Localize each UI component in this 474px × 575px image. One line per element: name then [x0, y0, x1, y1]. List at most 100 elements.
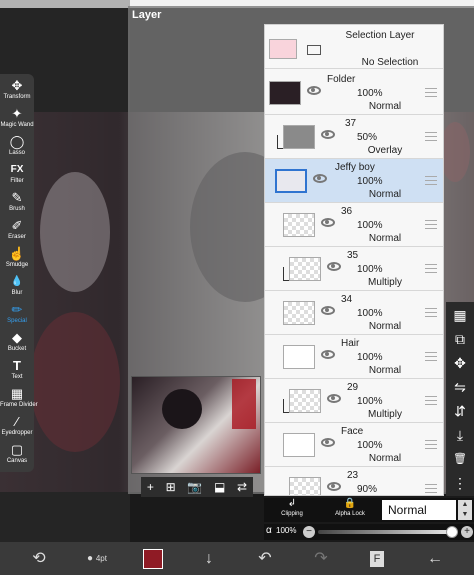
- tool-filter[interactable]: FX Filter: [0, 162, 34, 188]
- opacity-slider-knob[interactable]: [446, 526, 458, 538]
- brush-size-icon: ●: [87, 553, 94, 564]
- add-special-layer-icon[interactable]: ⊞: [166, 480, 176, 494]
- layer-row-36[interactable]: 36 100% Normal: [265, 203, 443, 247]
- lock-icon: 🔒: [343, 498, 357, 509]
- drag-handle-icon[interactable]: [425, 352, 437, 361]
- tool-eyedropper[interactable]: ⁄ Eyedropper: [0, 414, 34, 440]
- eye-icon[interactable]: [321, 218, 335, 227]
- layer-thumb: [283, 301, 315, 325]
- layer-row-35[interactable]: 35 100% Multiply: [265, 247, 443, 291]
- layers-button[interactable]: F: [362, 548, 392, 570]
- selection-thumb: [269, 39, 297, 59]
- alpha-lock-button[interactable]: 🔒 Alpha Lock: [322, 498, 378, 522]
- back-arrow-icon[interactable]: ←: [420, 548, 450, 570]
- eye-icon[interactable]: [321, 438, 335, 447]
- layer-row-37[interactable]: 37 50% Overlay: [265, 115, 443, 159]
- eye-icon[interactable]: [327, 394, 341, 403]
- duplicate-icon[interactable]: ⬓: [214, 480, 225, 494]
- tool-eraser[interactable]: ✐ Eraser: [0, 218, 34, 244]
- drag-handle-icon[interactable]: [425, 220, 437, 229]
- brush-size-button[interactable]: ● 4pt: [82, 548, 112, 570]
- fx-icon: FX: [10, 164, 24, 175]
- layer-row-folder[interactable]: Folder 100% Normal: [265, 71, 443, 115]
- move-layer-icon[interactable]: ✥: [446, 352, 474, 374]
- undo-icon[interactable]: ↶: [250, 548, 280, 570]
- tool-blur[interactable]: 💧 Blur: [0, 274, 34, 300]
- drag-handle-icon[interactable]: [425, 440, 437, 449]
- blur-icon: 💧: [10, 276, 24, 287]
- layer-row-face[interactable]: Face 100% Normal: [265, 423, 443, 467]
- eye-icon[interactable]: [327, 482, 341, 491]
- layer-thumb: [283, 213, 315, 237]
- trash-icon[interactable]: 🗑: [446, 448, 474, 470]
- tool-magic-wand[interactable]: ✦ Magic Wand: [0, 106, 34, 132]
- eye-icon[interactable]: [321, 350, 335, 359]
- preview-action-bar: + ⊞ 📷 ⬓ ⇄: [141, 477, 253, 497]
- color-swatch[interactable]: [143, 549, 163, 569]
- layer-thumb: [289, 389, 321, 413]
- layer-row-jeffy-boy[interactable]: Jeffy boy 100% Normal: [265, 159, 443, 203]
- tool-lasso[interactable]: ◯ Lasso: [0, 134, 34, 160]
- merge-down-icon[interactable]: ⤓: [446, 424, 474, 446]
- redo-icon[interactable]: ↷: [306, 548, 336, 570]
- drag-handle-icon[interactable]: [425, 308, 437, 317]
- tool-transform[interactable]: ✥ Transform: [0, 78, 34, 104]
- tool-text[interactable]: T Text: [0, 358, 34, 384]
- checker-icon[interactable]: ▦: [446, 304, 474, 326]
- drag-handle-icon[interactable]: [425, 484, 437, 493]
- eraser-icon: ✐: [11, 218, 23, 233]
- text-icon: T: [13, 358, 21, 373]
- layer-list[interactable]: Selection Layer No Selection Folder 100%…: [264, 24, 444, 496]
- drag-handle-icon[interactable]: [425, 264, 437, 273]
- layer-row-29[interactable]: 29 100% Multiply: [265, 379, 443, 423]
- tool-frame-divider[interactable]: ▦ Frame Divider: [0, 386, 38, 412]
- add-layer-icon[interactable]: +: [147, 480, 154, 494]
- flip-horizontal-icon[interactable]: ⇋: [446, 376, 474, 398]
- layer-panel-title: Layer: [132, 9, 162, 21]
- page-icon: F: [370, 551, 384, 567]
- tool-brush[interactable]: ✎ Brush: [0, 190, 34, 216]
- selection-frame-icon: [307, 45, 321, 55]
- layer-preview-thumbnail[interactable]: [131, 376, 261, 474]
- toolbox: ✥ Transform ✦ Magic Wand ◯ Lasso FX Filter ✎…: [0, 74, 38, 472]
- drag-handle-icon[interactable]: [425, 176, 437, 185]
- blend-mode-stepper[interactable]: ▲ ▼: [458, 500, 472, 520]
- drag-handle-icon[interactable]: [425, 88, 437, 97]
- canvas-icon: ▢: [10, 442, 24, 457]
- eye-icon[interactable]: [321, 130, 335, 139]
- magic-wand-icon: ✦: [11, 106, 23, 121]
- layer-row-hair[interactable]: Hair 100% Normal: [265, 335, 443, 379]
- tool-smudge[interactable]: ☝ Smudge: [0, 246, 34, 272]
- selection-status: No Selection: [361, 57, 419, 68]
- opacity-slider[interactable]: [318, 530, 458, 534]
- opacity-increase-button[interactable]: +: [461, 526, 473, 538]
- eye-icon[interactable]: [321, 306, 335, 315]
- blend-mode-select[interactable]: Normal: [382, 500, 456, 520]
- special-pen-icon: ✏: [11, 302, 23, 317]
- layer-thumb: [283, 125, 315, 149]
- layer-row-23[interactable]: 23 90%: [265, 467, 443, 495]
- add-layer-icon[interactable]: ⧉: [446, 328, 474, 350]
- arrow-down-icon[interactable]: ↓: [194, 548, 224, 570]
- tool-canvas[interactable]: ▢ Canvas: [0, 442, 34, 468]
- flip-vertical-icon[interactable]: ⇵: [446, 400, 474, 422]
- selection-layer-row[interactable]: Selection Layer No Selection: [265, 25, 443, 69]
- clipping-button[interactable]: ↲ Clipping: [264, 498, 320, 522]
- camera-icon[interactable]: 📷: [187, 480, 202, 494]
- eye-icon[interactable]: [327, 262, 341, 271]
- brush-settings-icon[interactable]: ⟲: [24, 548, 54, 570]
- drag-handle-icon[interactable]: [425, 396, 437, 405]
- swap-icon[interactable]: ⇄: [237, 480, 247, 494]
- eye-icon[interactable]: [313, 174, 327, 183]
- selection-layer-label: Selection Layer: [345, 30, 415, 41]
- alpha-symbol: α: [266, 525, 272, 536]
- layer-row-34[interactable]: 34 100% Normal: [265, 291, 443, 335]
- drag-handle-icon[interactable]: [425, 132, 437, 141]
- chevron-up-icon: ▲: [461, 501, 469, 508]
- eye-icon[interactable]: [307, 86, 321, 95]
- layer-thumb: [275, 169, 307, 193]
- tool-bucket[interactable]: ◆ Bucket: [0, 330, 34, 356]
- more-icon[interactable]: ⋮: [446, 472, 474, 494]
- tool-special[interactable]: ✏ Special: [0, 302, 34, 328]
- opacity-decrease-button[interactable]: −: [303, 526, 315, 538]
